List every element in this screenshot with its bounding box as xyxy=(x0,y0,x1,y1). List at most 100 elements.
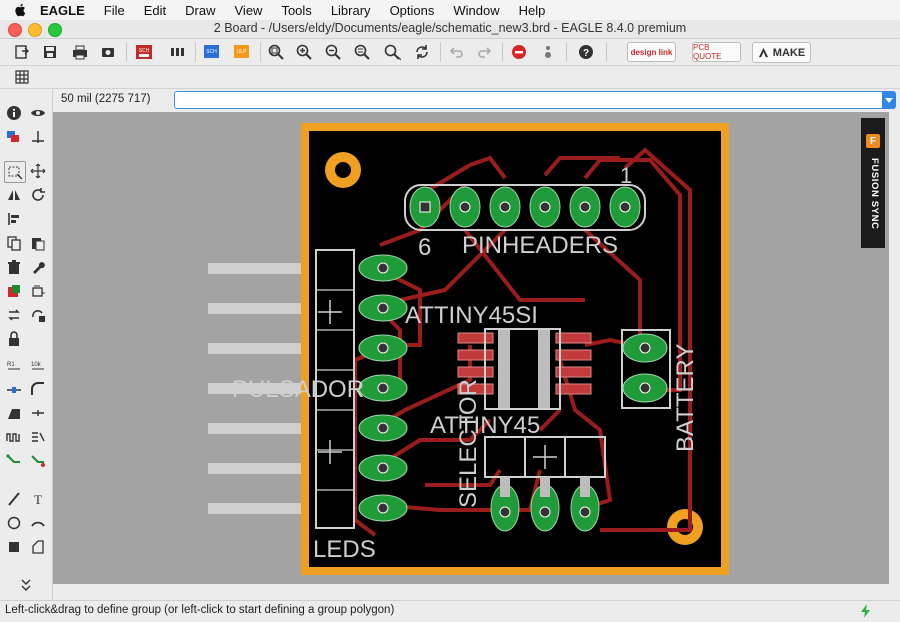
apple-icon[interactable] xyxy=(14,3,28,17)
expand-tools-icon[interactable] xyxy=(16,575,36,595)
schematic-switch-icon[interactable]: SCH xyxy=(134,42,154,62)
menu-options[interactable]: Options xyxy=(390,3,435,18)
delete-icon[interactable] xyxy=(4,257,24,277)
design-link-button[interactable]: design link xyxy=(627,42,676,62)
miter-icon[interactable] xyxy=(28,379,48,399)
lightning-icon[interactable] xyxy=(860,604,872,618)
show-eye-icon[interactable] xyxy=(28,103,48,123)
toolbar-divider xyxy=(440,42,441,62)
label-selector: SELECTOR xyxy=(455,379,482,508)
fusion-sync-panel[interactable]: F FUSION SYNC xyxy=(861,118,885,248)
pcb-layout: PINHEADERS 6 1 ATTINY45SI ATTINY45 PULSA… xyxy=(208,123,729,575)
stop-icon[interactable] xyxy=(509,42,529,62)
cam-processor-icon[interactable] xyxy=(98,42,118,62)
coordinate-display: 50 mil (2275 717) xyxy=(61,93,151,105)
command-history-dropdown[interactable] xyxy=(882,91,896,109)
optimize-icon[interactable] xyxy=(28,403,48,423)
arc-icon[interactable] xyxy=(28,513,48,533)
change-wrench-icon[interactable] xyxy=(28,257,48,277)
label-pin-one: 1 xyxy=(620,163,632,188)
split-icon[interactable] xyxy=(4,379,24,399)
paste-icon[interactable] xyxy=(28,233,48,253)
replace-icon[interactable] xyxy=(28,281,48,301)
undo-icon[interactable] xyxy=(446,42,466,62)
zoom-fit-icon[interactable] xyxy=(266,42,286,62)
run-ulp-icon[interactable]: ULP xyxy=(232,42,252,62)
toolbar-divider xyxy=(566,42,567,62)
status-bar: Left-click&drag to define group (or left… xyxy=(0,600,900,622)
group-icon[interactable] xyxy=(4,161,26,183)
info-icon[interactable] xyxy=(4,103,24,123)
board-canvas[interactable]: PINHEADERS 6 1 ATTINY45SI ATTINY45 PULSA… xyxy=(53,112,889,584)
label-battery: BATTERY xyxy=(672,344,699,452)
toolbar-divider xyxy=(195,42,196,62)
run-script-icon[interactable]: SCH xyxy=(202,42,222,62)
lock-icon[interactable] xyxy=(4,329,24,349)
autodesk-icon xyxy=(758,47,768,58)
pcb-quote-button[interactable]: PCB QUOTE xyxy=(692,42,741,62)
fusion-sync-label: FUSION SYNC xyxy=(869,158,880,230)
copy-icon[interactable] xyxy=(4,233,24,253)
go-icon[interactable] xyxy=(538,42,558,62)
label-attiny45si: ATTINY45SI xyxy=(405,302,538,329)
rectangle-icon[interactable] xyxy=(4,537,24,557)
command-input[interactable] xyxy=(174,91,893,109)
tool-palette: R1 10k T xyxy=(0,89,53,600)
save-icon[interactable] xyxy=(40,42,60,62)
status-message: Left-click&drag to define group (or left… xyxy=(5,604,395,616)
menu-view[interactable]: View xyxy=(235,3,263,18)
right-margin xyxy=(889,112,900,584)
route-icon[interactable] xyxy=(4,451,24,471)
menu-window[interactable]: Window xyxy=(453,3,499,18)
open-icon[interactable] xyxy=(12,42,32,62)
zoom-in-icon[interactable] xyxy=(294,42,314,62)
mirror-icon[interactable] xyxy=(4,185,24,205)
window-title: 2 Board - /Users/eldy/Documents/eagle/sc… xyxy=(213,21,687,35)
redo-icon[interactable] xyxy=(475,42,495,62)
zoom-area-icon[interactable] xyxy=(382,42,402,62)
align-icon[interactable] xyxy=(4,209,24,229)
menu-app-eagle[interactable]: EAGLE xyxy=(40,3,85,18)
svg-text:T: T xyxy=(34,492,42,507)
rotate-icon[interactable] xyxy=(28,185,48,205)
value-icon[interactable]: 10k xyxy=(28,355,48,375)
menu-tools[interactable]: Tools xyxy=(281,3,311,18)
svg-text:SCH: SCH xyxy=(206,49,217,55)
help-icon[interactable]: ? xyxy=(576,42,596,62)
meander-icon[interactable] xyxy=(4,427,24,447)
wire-icon[interactable] xyxy=(4,489,24,509)
mac-menubar: EAGLE File Edit Draw View Tools Library … xyxy=(0,0,900,21)
mark-icon[interactable] xyxy=(28,127,48,147)
svg-text:SCH: SCH xyxy=(139,48,150,54)
menu-draw[interactable]: Draw xyxy=(185,3,215,18)
horizontal-scroll-area[interactable] xyxy=(53,584,900,600)
redraw-icon[interactable] xyxy=(412,42,432,62)
menu-help[interactable]: Help xyxy=(519,3,546,18)
menu-edit[interactable]: Edit xyxy=(144,3,166,18)
grid-icon[interactable] xyxy=(12,67,32,87)
make-button[interactable]: MAKE xyxy=(752,42,811,63)
svg-text:R1: R1 xyxy=(7,362,15,368)
zoom-out-icon[interactable] xyxy=(323,42,343,62)
command-bar: 50 mil (2275 717) xyxy=(52,89,900,111)
swap-icon[interactable] xyxy=(4,305,24,325)
move-icon[interactable] xyxy=(28,161,48,181)
display-layers-icon[interactable] xyxy=(4,127,24,147)
ripup-icon[interactable] xyxy=(28,427,48,447)
menu-file[interactable]: File xyxy=(104,3,125,18)
circle-icon[interactable] xyxy=(4,513,24,533)
autorouter-icon[interactable] xyxy=(28,451,48,471)
label-pinheaders: PINHEADERS xyxy=(462,232,618,259)
layer-settings-icon[interactable] xyxy=(168,42,188,62)
add-part-icon[interactable] xyxy=(4,281,24,301)
slice-icon[interactable] xyxy=(4,403,24,423)
label-pulsador: PULSADOR xyxy=(232,376,364,403)
print-icon[interactable] xyxy=(70,42,90,62)
make-button-label: MAKE xyxy=(772,46,806,59)
menu-library[interactable]: Library xyxy=(331,3,371,18)
lock-rotate-icon[interactable] xyxy=(28,305,48,325)
polygon-icon[interactable] xyxy=(28,537,48,557)
smash-icon[interactable]: R1 xyxy=(4,355,24,375)
text-icon[interactable]: T xyxy=(28,489,48,509)
zoom-select-icon[interactable] xyxy=(352,42,372,62)
